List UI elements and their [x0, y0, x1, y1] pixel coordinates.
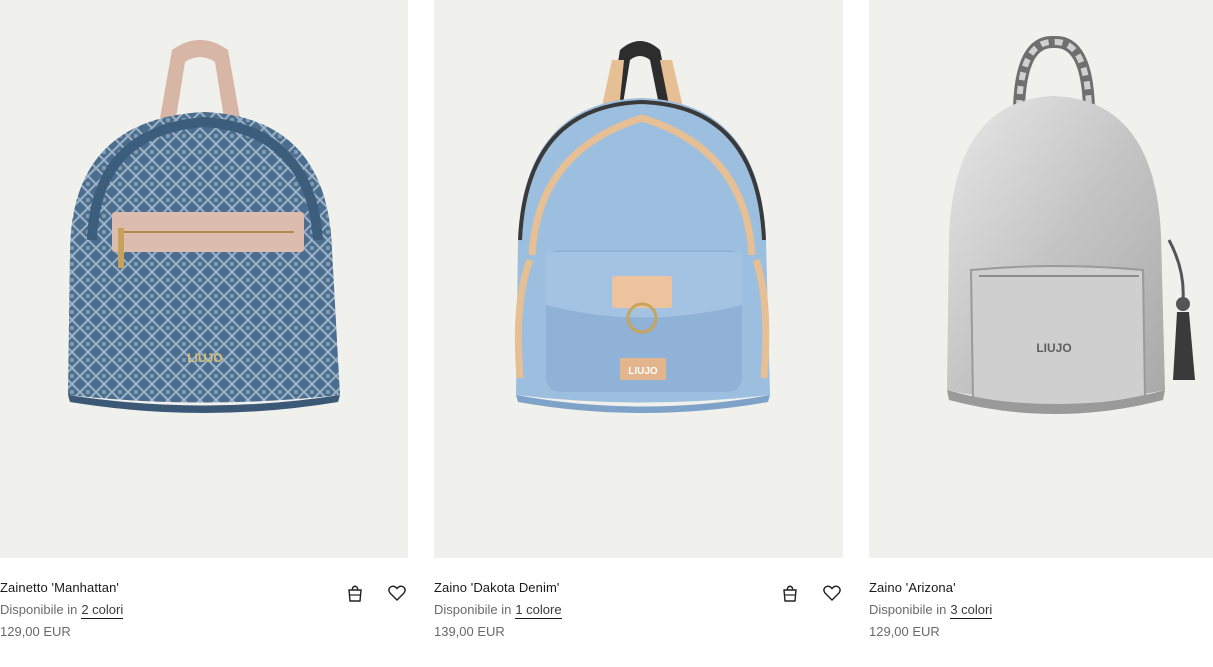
- product-info: Zainetto 'Manhattan' Disponibile in 2 col…: [0, 558, 408, 667]
- availability: Disponibile in 2 colori: [0, 602, 124, 619]
- heart-icon: [388, 585, 406, 601]
- product-price: 129,00 EUR: [0, 624, 71, 639]
- product-name[interactable]: Zaino 'Dakota Denim': [434, 580, 559, 595]
- availability-prefix: Disponibile in: [434, 602, 512, 617]
- availability: Disponibile in 1 colore: [434, 602, 562, 619]
- product-name[interactable]: Zainetto 'Manhattan': [0, 580, 119, 595]
- svg-text:LIUJO: LIUJO: [1036, 341, 1071, 355]
- wishlist-button[interactable]: [386, 582, 408, 604]
- colors-link[interactable]: 2 colori: [81, 602, 124, 619]
- availability: Disponibile in 3 colori: [869, 602, 993, 619]
- shopping-bag-icon: [348, 585, 362, 602]
- product-image[interactable]: LIUJO: [869, 0, 1213, 558]
- wishlist-button[interactable]: [821, 582, 843, 604]
- product-name[interactable]: Zaino 'Arizona': [869, 580, 956, 595]
- availability-prefix: Disponibile in: [0, 602, 78, 617]
- availability-prefix: Disponibile in: [869, 602, 947, 617]
- add-to-bag-button[interactable]: [779, 582, 801, 604]
- shopping-bag-icon: [783, 585, 797, 602]
- svg-text:LIUJO: LIUJO: [628, 366, 658, 377]
- backpack-image: LIUJO: [947, 36, 1195, 414]
- backpack-image: LIUJO: [514, 41, 770, 413]
- colors-link[interactable]: 3 colori: [950, 602, 993, 619]
- add-to-bag-button[interactable]: [344, 582, 366, 604]
- product-price: 129,00 EUR: [869, 624, 940, 639]
- backpack-image: LIUJO: [68, 40, 340, 413]
- product-actions: [324, 582, 408, 604]
- product-card: LIUJO Zainetto 'Manhattan' Disponibile i…: [0, 0, 408, 667]
- colors-link[interactable]: 1 colore: [515, 602, 562, 619]
- product-image[interactable]: LIUJO: [0, 0, 408, 558]
- heart-icon: [823, 585, 841, 601]
- product-info: Zaino 'Arizona' Disponibile in 3 colori 1…: [869, 558, 1213, 667]
- product-card: LIUJO Zaino 'Arizona' Disponibile in 3 co…: [869, 0, 1213, 667]
- product-card: LIUJO Zaino 'Dakota Denim' Disponibile i…: [434, 0, 843, 667]
- product-actions: [759, 582, 843, 604]
- product-info: Zaino 'Dakota Denim' Disponibile in 1 col…: [434, 558, 843, 667]
- product-price: 139,00 EUR: [434, 624, 505, 639]
- svg-text:LIUJO: LIUJO: [187, 351, 222, 365]
- product-image[interactable]: LIUJO: [434, 0, 843, 558]
